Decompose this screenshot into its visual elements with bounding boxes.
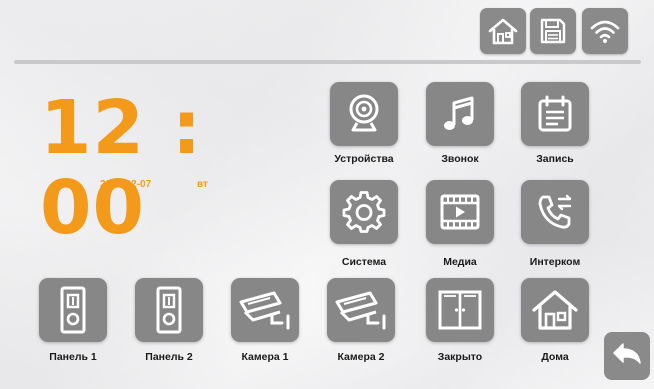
camera-2-label: Камера 2 [337, 351, 385, 363]
save-button[interactable] [530, 8, 576, 54]
camera-1-label: Камера 1 [241, 351, 289, 363]
door-panel-icon [156, 286, 182, 334]
media-button[interactable] [426, 180, 494, 244]
calendar-icon [538, 95, 572, 132]
panel-1-button[interactable] [39, 278, 107, 342]
closed-button[interactable] [426, 278, 494, 342]
door-panel-icon [60, 286, 86, 334]
clock-time: 12 : 00 [40, 85, 203, 251]
wifi-icon [590, 20, 620, 43]
gear-icon [342, 191, 386, 233]
cctv-camera-icon [335, 291, 386, 330]
wifi-button[interactable] [582, 8, 628, 54]
cctv-camera-icon [239, 291, 290, 330]
system-button[interactable] [330, 180, 398, 244]
music-note-icon [444, 96, 474, 130]
home-icon [488, 18, 518, 45]
clock-weekday: вт [197, 179, 208, 190]
camera-2-button[interactable] [327, 278, 395, 342]
home-icon [532, 290, 578, 330]
home-button[interactable] [480, 8, 526, 54]
closed-label: Закрыто [437, 351, 483, 363]
devices-button[interactable] [330, 82, 398, 146]
closed-door-icon [438, 290, 482, 330]
top-divider [14, 60, 641, 64]
record-button[interactable] [521, 82, 589, 146]
system-label: Система [341, 256, 387, 268]
home-mode-button[interactable] [521, 278, 589, 342]
back-button[interactable] [604, 332, 650, 380]
ringtone-label: Звонок [441, 153, 479, 165]
record-label: Запись [536, 153, 574, 165]
panel-1-label: Панель 1 [49, 351, 97, 363]
intercom-label: Интерком [529, 256, 581, 268]
film-play-icon [440, 194, 480, 230]
panel-2-button[interactable] [135, 278, 203, 342]
media-label: Медиа [443, 256, 477, 268]
home-mode-label: Дома [541, 351, 569, 363]
webcam-icon [349, 94, 379, 132]
intercom-button[interactable] [521, 180, 589, 244]
devices-label: Устройства [334, 153, 394, 165]
clock-date: 2021-12-07 [100, 179, 152, 190]
back-arrow-icon [613, 343, 641, 364]
camera-1-button[interactable] [231, 278, 299, 342]
save-icon [540, 18, 566, 44]
panel-2-label: Панель 2 [145, 351, 193, 363]
ringtone-button[interactable] [426, 82, 494, 146]
phone-transfer-icon [538, 194, 572, 229]
